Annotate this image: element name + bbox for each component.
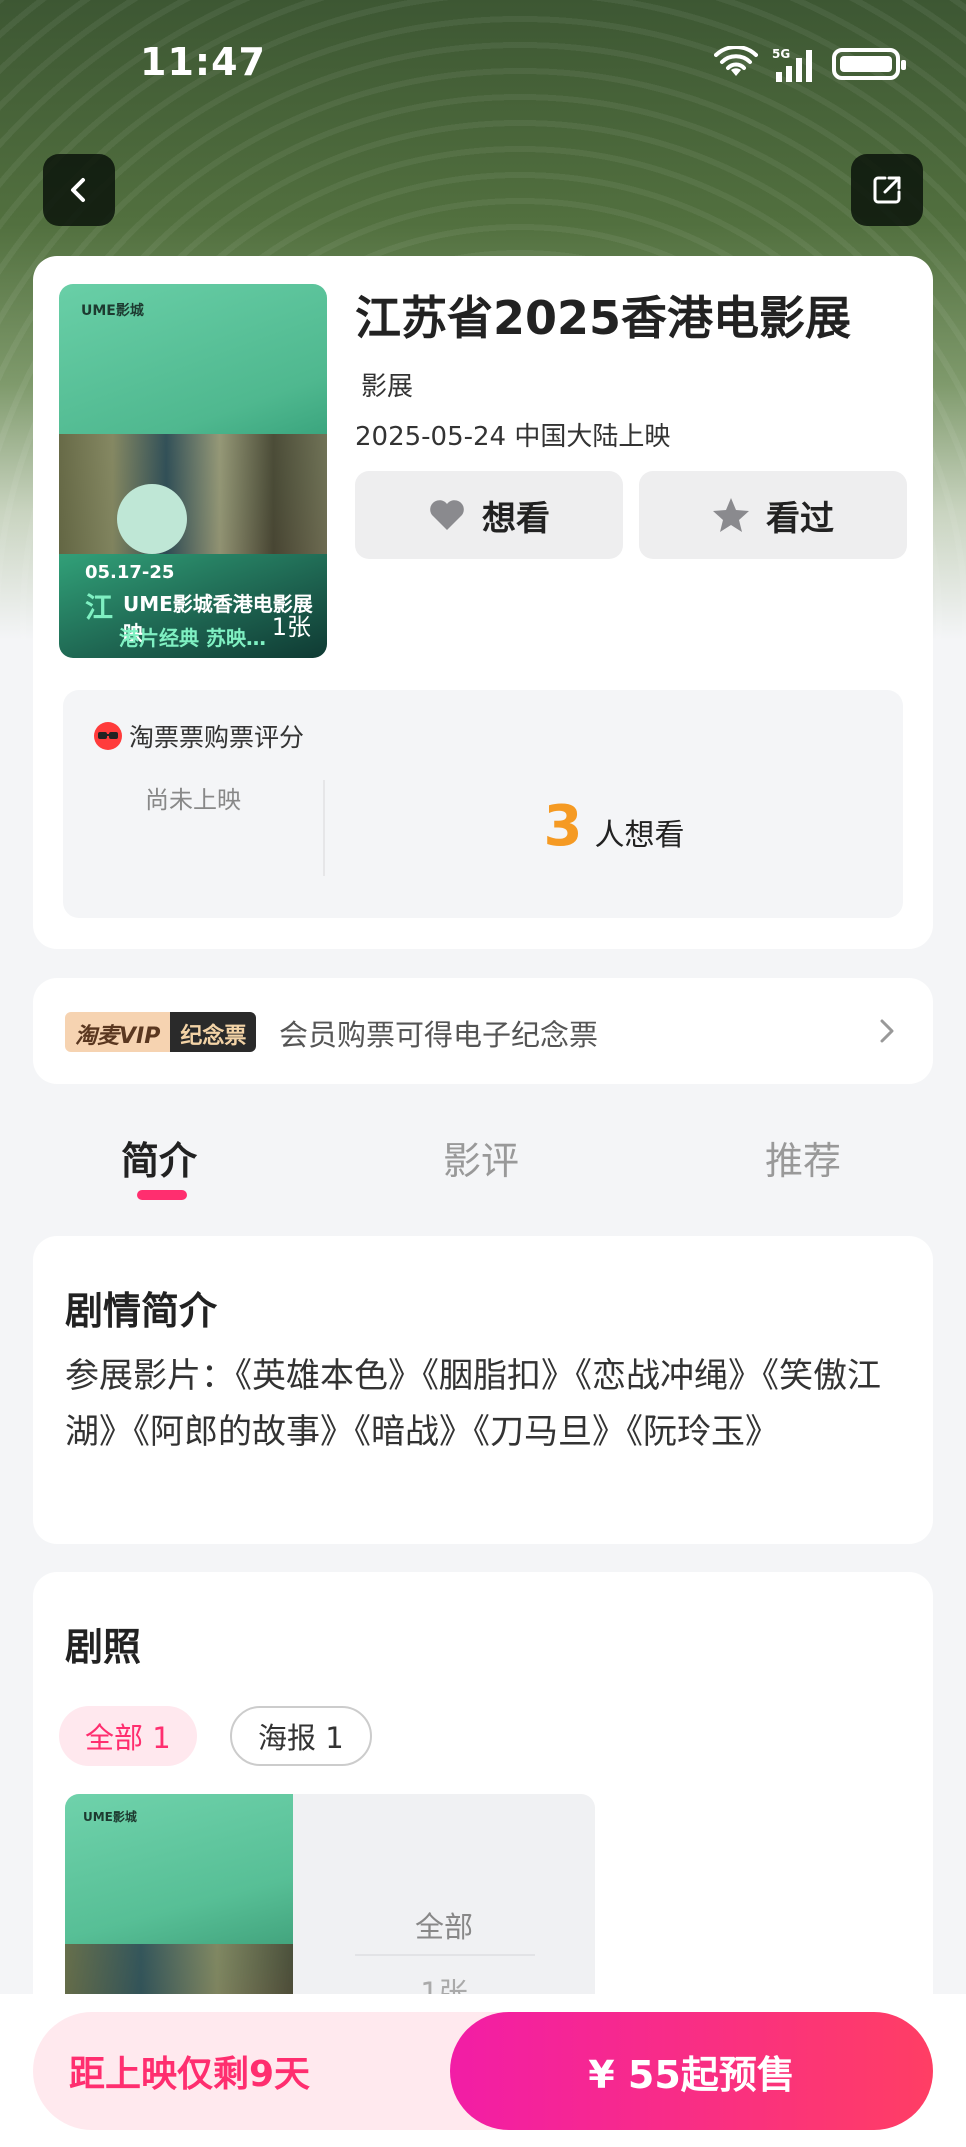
poster-collage (59, 434, 327, 554)
stills-title: 剧照 (65, 1625, 142, 1669)
vip-badge-right: 纪念票 (170, 1012, 257, 1052)
countdown-text: 距上映仅剩9天 (69, 2054, 311, 2095)
poster-sun-shape (117, 484, 187, 554)
tab-reviews[interactable]: 影评 (443, 1130, 519, 1185)
system-icons: 5G (714, 46, 906, 82)
movie-genre: 影展 (361, 372, 414, 402)
watched-button[interactable]: 看过 (639, 471, 907, 559)
heart-icon (430, 500, 464, 530)
poster-count: 1张 (271, 613, 311, 641)
movie-info-card: UME影城 05.17-25 江 UME影城香港电影展映 港片经典 苏映… 1张… (33, 256, 933, 949)
taopiaopiao-logo-icon (94, 722, 122, 750)
share-icon (873, 176, 901, 204)
want-count: 3 (543, 794, 583, 859)
poster-jiang: 江 (85, 591, 114, 624)
rating-status: 尚未上映 (145, 786, 241, 814)
filter-all[interactable]: 全部 1 (59, 1706, 197, 1766)
vip-text: 会员购票可得电子纪念票 (279, 1018, 599, 1052)
filter-poster[interactable]: 海报 1 (230, 1706, 372, 1766)
poster-tagline: 港片经典 苏映… (119, 626, 266, 650)
seen-label: 看过 (766, 498, 834, 539)
rating-header: 淘票票购票评分 (93, 718, 304, 754)
still-album-label: 全部 (414, 1910, 473, 1944)
chevron-left-icon (71, 178, 85, 202)
poster-date: 05.17-25 (85, 562, 175, 583)
movie-poster[interactable]: UME影城 05.17-25 江 UME影城香港电影展映 港片经典 苏映… 1张 (59, 284, 327, 658)
bottom-action-bar: 距上映仅剩9天 ¥ 55起预售 (0, 1994, 966, 2147)
rating-panel: 淘票票购票评分 尚未上映 3 人想看 (63, 690, 903, 918)
still-logo: UME影城 (83, 1810, 137, 1824)
synopsis-title: 剧情简介 (65, 1289, 218, 1333)
battery-icon (832, 48, 906, 80)
status-time: 11:47 (140, 40, 266, 84)
content-tabs: 简介 影评 推荐 (33, 1120, 933, 1200)
status-bar: 11:47 5G (0, 0, 966, 130)
vip-souvenir-ticket-banner[interactable]: 淘麦VIP 纪念票 会员购票可得电子纪念票 (33, 978, 933, 1084)
svg-text:5G: 5G (772, 47, 790, 61)
vip-badge-left: 淘麦VIP (65, 1012, 171, 1052)
back-button[interactable] (43, 154, 115, 226)
presale-button[interactable]: ¥ 55起预售 (450, 2012, 933, 2130)
still-album-divider (355, 1954, 535, 1956)
rating-title: 淘票票购票评分 (129, 723, 305, 752)
synopsis-card: 剧情简介 参展影片：《英雄本色》《胭脂扣》《恋战冲绳》《笑傲江湖》《阿郎的故事》… (33, 1236, 933, 1544)
vip-badge: 淘麦VIP 纪念票 (65, 1012, 257, 1052)
want-count-label: 人想看 (594, 818, 685, 853)
signal-5g-icon: 5G (772, 47, 812, 82)
want-to-watch-button[interactable]: 想看 (355, 471, 623, 559)
want-count-group: 3 人想看 (325, 794, 903, 859)
tab-recommend[interactable]: 推荐 (765, 1130, 841, 1185)
poster-logo: UME影城 (81, 303, 144, 319)
tab-active-indicator (137, 1190, 187, 1200)
wifi-icon (714, 46, 758, 76)
star-icon (713, 498, 749, 532)
release-date: 2025-05-24 中国大陆上映 (355, 422, 671, 452)
share-button[interactable] (851, 154, 923, 226)
synopsis-text[interactable]: 参展影片：《英雄本色》《胭脂扣》《恋战冲绳》《笑傲江湖》《阿郎的故事》《暗战》《… (65, 1348, 915, 1460)
want-label: 想看 (482, 498, 550, 539)
movie-title: 江苏省2025香港电影展 (355, 291, 852, 345)
chevron-right-icon (880, 1019, 894, 1043)
presale-label: ¥ 55起预售 (588, 2052, 795, 2097)
tab-intro[interactable]: 简介 (121, 1130, 197, 1185)
